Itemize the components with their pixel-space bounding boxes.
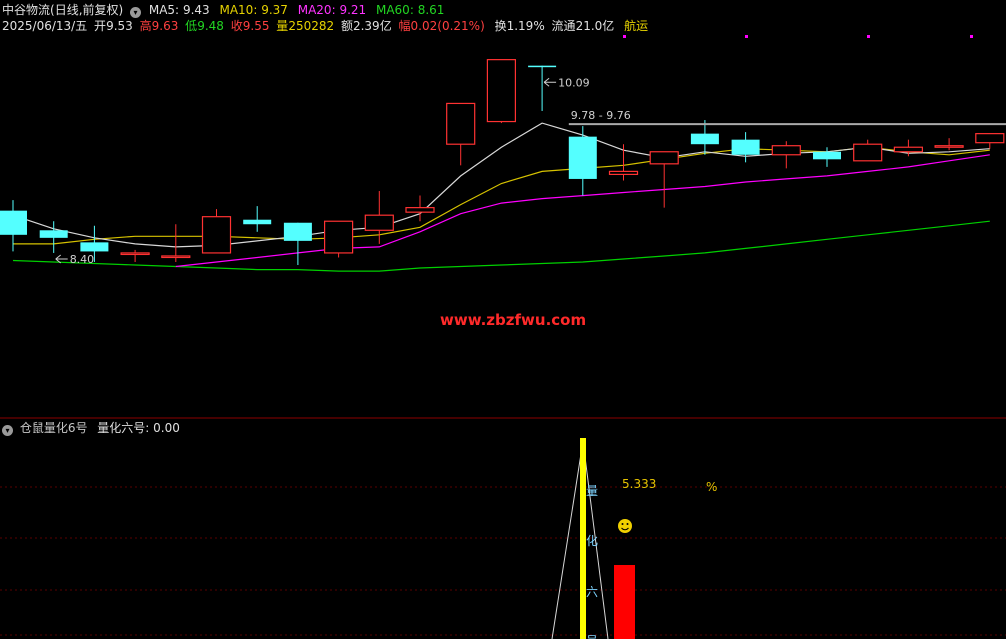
ma20-label: MA20: bbox=[297, 3, 336, 17]
indicator-value: 0.00 bbox=[153, 421, 180, 435]
indicator-vertical-char: 量 bbox=[586, 484, 598, 498]
dropdown-icon[interactable]: ▾ bbox=[130, 7, 142, 18]
header-line-2: 2025/06/13/五 开9.53 高9.63 低9.48 收9.55 量25… bbox=[2, 19, 648, 33]
ma5-label: MA5: bbox=[148, 3, 180, 17]
indicator-annot-value: 5.333 bbox=[622, 477, 656, 491]
close-label: 收 bbox=[230, 19, 243, 33]
stock-name[interactable]: 中谷物流 bbox=[2, 3, 50, 17]
indicator-vertical-char: 六 bbox=[586, 585, 598, 599]
float-label: 流通 bbox=[551, 19, 576, 33]
volume-label: 量 bbox=[276, 19, 289, 33]
ma20-value: 9.21 bbox=[339, 3, 367, 17]
header-line-1: 中谷物流(日线,前复权) ▾ MA5: 9.43 MA10: 9.37 MA20… bbox=[2, 3, 444, 18]
kline-chart: 10.09 8.40 9.78 - 9.76 www.zbzfwu.com 5.3… bbox=[0, 35, 1006, 639]
ma10-value: 9.37 bbox=[261, 3, 288, 17]
ma10-line bbox=[13, 146, 990, 245]
indicator-header: ▾ 仓鼠量化6号 量化六号: 0.00 bbox=[2, 421, 180, 436]
candle-down[interactable] bbox=[39, 230, 68, 238]
close-value: 9.55 bbox=[242, 19, 270, 33]
candle-up[interactable] bbox=[608, 170, 639, 176]
candle-down[interactable] bbox=[80, 242, 109, 252]
watermark: www.zbzfwu.com bbox=[440, 311, 586, 329]
candle-up[interactable] bbox=[405, 207, 435, 213]
volume-value: 250282 bbox=[288, 19, 335, 33]
amount-label: 额 bbox=[340, 19, 353, 33]
change-value: 0.02(0.21%) bbox=[410, 19, 485, 33]
indicator-red-bar bbox=[614, 565, 635, 639]
indicator-left-line bbox=[551, 440, 584, 639]
amount-value: 2.39亿 bbox=[352, 19, 392, 33]
ma5-line bbox=[12, 122, 990, 248]
turnover-value: 1.19% bbox=[506, 19, 545, 33]
indicator-dropdown-icon[interactable]: ▾ bbox=[2, 425, 13, 436]
annotation-label: 8.40 bbox=[70, 253, 95, 266]
candle-up[interactable] bbox=[486, 59, 516, 123]
candle-up[interactable] bbox=[364, 214, 394, 231]
level-label: 9.78 - 9.76 bbox=[571, 109, 631, 122]
candle-down[interactable] bbox=[528, 65, 557, 68]
candle-up[interactable] bbox=[120, 252, 150, 256]
ma-lines bbox=[12, 122, 990, 272]
float-value: 21.0亿 bbox=[575, 19, 615, 33]
indicator-vertical-char: 化 bbox=[586, 534, 598, 548]
candle-up[interactable] bbox=[446, 102, 476, 145]
candle-up[interactable] bbox=[853, 143, 883, 162]
low-label: 低 bbox=[185, 19, 198, 33]
smiley-icon bbox=[618, 519, 632, 533]
turnover-label: 换 bbox=[494, 19, 507, 33]
high-label: 高 bbox=[139, 19, 152, 33]
candle-down[interactable] bbox=[690, 133, 719, 145]
candle-down[interactable] bbox=[568, 136, 597, 179]
ma5-value: 9.43 bbox=[182, 3, 210, 17]
ma10-label: MA10: bbox=[219, 3, 258, 17]
bar-date: 2025/06/13/五 bbox=[2, 19, 88, 33]
candle-up[interactable] bbox=[161, 255, 191, 259]
candles bbox=[0, 59, 1005, 266]
candle-down[interactable] bbox=[0, 210, 27, 235]
candle-down[interactable] bbox=[731, 139, 760, 155]
candle-up[interactable] bbox=[934, 145, 964, 148]
annotation-arrow bbox=[543, 77, 557, 87]
sector-tag[interactable]: 航运 bbox=[624, 19, 648, 33]
ma60-value: 8.61 bbox=[417, 3, 445, 17]
candle-up[interactable] bbox=[649, 151, 679, 165]
annotation-label: 10.09 bbox=[558, 76, 590, 89]
open-label: 开 bbox=[94, 19, 107, 33]
candle-up[interactable] bbox=[893, 146, 924, 153]
candle-down[interactable] bbox=[243, 219, 272, 225]
indicator-vertical-char: 号 bbox=[586, 634, 598, 639]
candle-down[interactable] bbox=[283, 222, 312, 241]
candle-up[interactable] bbox=[975, 133, 1005, 144]
candle-down[interactable] bbox=[813, 151, 841, 160]
candle-up[interactable] bbox=[771, 145, 801, 156]
chart-mode: (日线,前复权) bbox=[50, 3, 124, 17]
indicator-label: 量化六号: bbox=[97, 421, 150, 435]
marker-dots bbox=[623, 35, 973, 38]
open-value: 9.53 bbox=[106, 19, 133, 33]
indicator-title[interactable]: 仓鼠量化6号 bbox=[20, 421, 88, 435]
change-label: 幅 bbox=[398, 19, 411, 33]
candle-up[interactable] bbox=[201, 216, 232, 254]
candle-up[interactable] bbox=[324, 220, 354, 254]
indicator-annot-unit: % bbox=[706, 480, 717, 494]
high-value: 9.63 bbox=[151, 19, 179, 33]
ma60-label: MA60: bbox=[375, 3, 414, 17]
low-value: 9.48 bbox=[197, 19, 224, 33]
